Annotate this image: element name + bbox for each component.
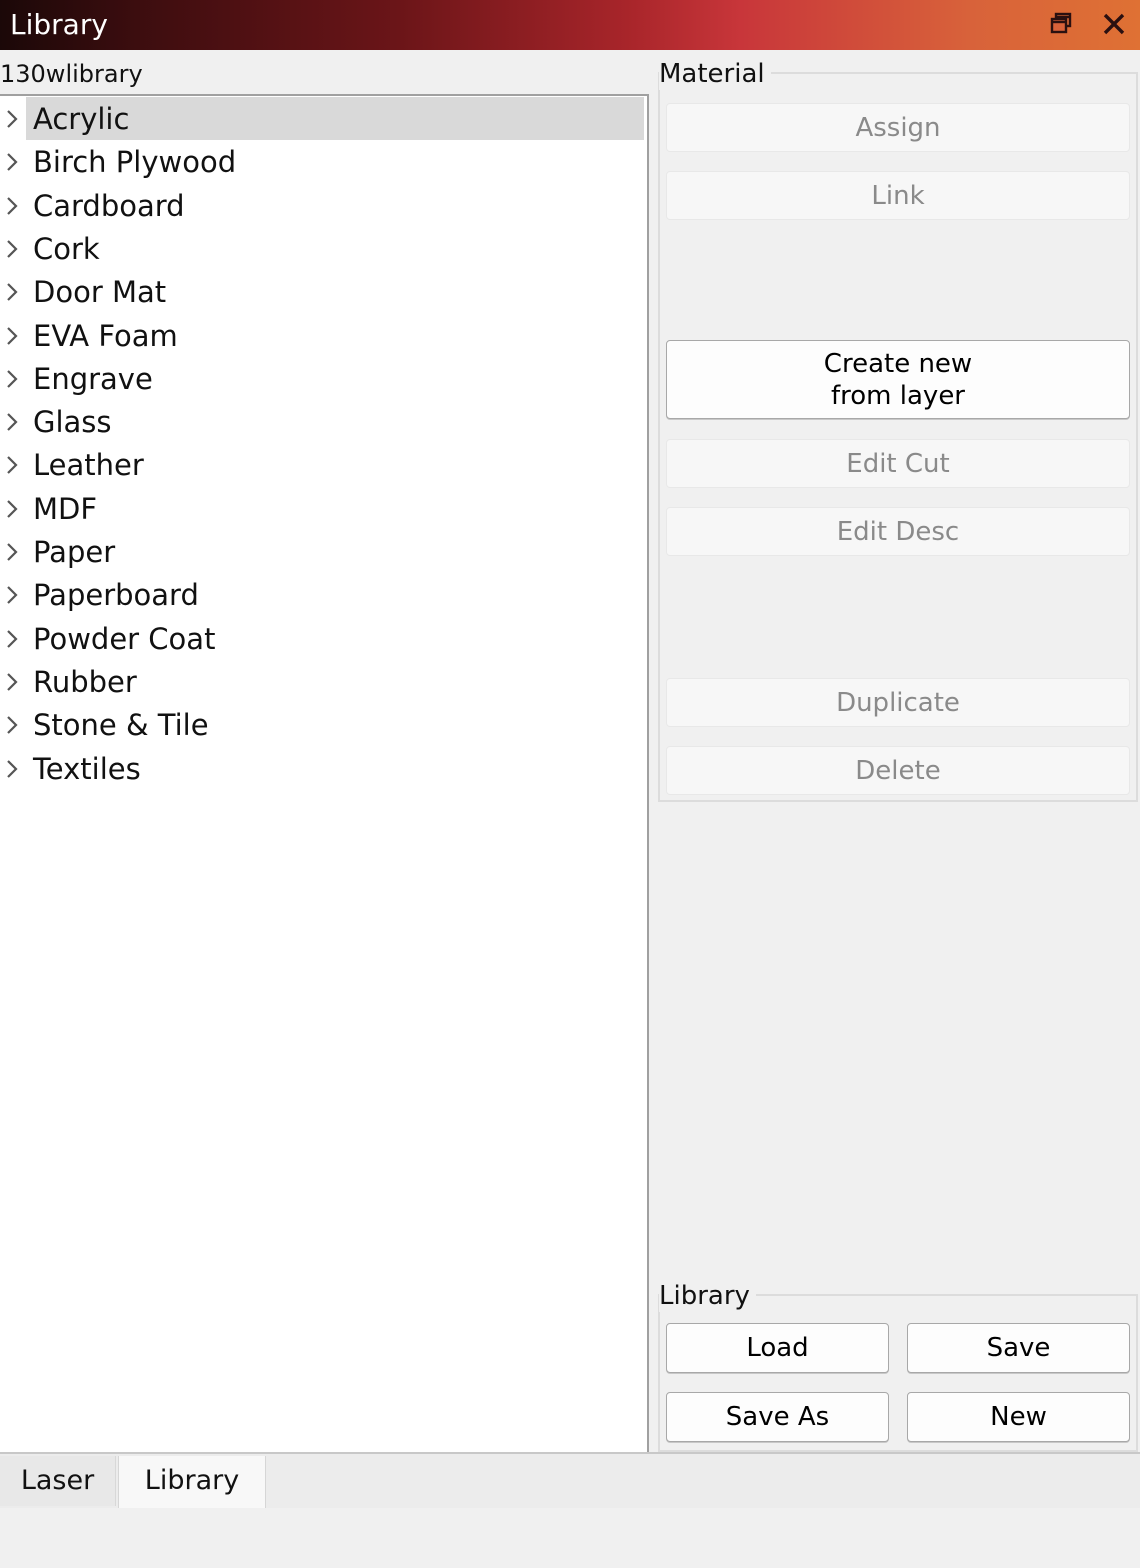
tree-item[interactable]: Powder Coat: [0, 617, 647, 660]
close-icon[interactable]: [1098, 8, 1130, 40]
tree-item-label: MDF: [33, 491, 98, 526]
chevron-right-icon[interactable]: [3, 628, 21, 650]
edit-desc-button[interactable]: Edit Desc: [666, 507, 1130, 556]
tree-item[interactable]: Engrave: [0, 357, 647, 400]
chevron-right-icon[interactable]: [3, 411, 21, 433]
chevron-right-icon[interactable]: [3, 108, 21, 130]
chevron-right-icon[interactable]: [3, 281, 21, 303]
load-button[interactable]: Load: [666, 1323, 889, 1373]
create-new-line1: Create new: [823, 348, 973, 379]
chevron-right-icon[interactable]: [3, 195, 21, 217]
tree-item-label: Birch Plywood: [33, 145, 237, 180]
create-new-line2: from layer: [831, 380, 965, 411]
library-window: Library 130wlibrary Acrylic Birch Plywood…: [0, 0, 1140, 1568]
restore-window-icon[interactable]: [1046, 8, 1078, 40]
tree-item-label: EVA Foam: [33, 318, 178, 353]
chevron-right-icon[interactable]: [3, 714, 21, 736]
window-title: Library: [10, 8, 108, 41]
tab-library[interactable]: Library: [118, 1456, 266, 1510]
tab-strip: Laser Library: [0, 1452, 1140, 1510]
assign-button[interactable]: Assign: [666, 103, 1130, 152]
chevron-right-icon[interactable]: [3, 498, 21, 520]
tree-item[interactable]: Acrylic: [0, 97, 647, 140]
tree-item[interactable]: Leather: [0, 443, 647, 486]
tree-item-label: Engrave: [33, 361, 153, 396]
chevron-right-icon[interactable]: [3, 325, 21, 347]
material-tree[interactable]: Acrylic Birch Plywood Cardboard Cork Door Ma…: [0, 94, 649, 1454]
tree-item[interactable]: Paper: [0, 530, 647, 573]
edit-cut-button[interactable]: Edit Cut: [666, 439, 1130, 488]
tree-item[interactable]: Stone & Tile: [0, 703, 647, 746]
duplicate-button[interactable]: Duplicate: [666, 678, 1130, 727]
tree-item-label: Rubber: [33, 664, 137, 699]
tree-item-label: Textiles: [33, 751, 141, 786]
tree-item-label: Glass: [33, 405, 112, 440]
tree-item[interactable]: Cork: [0, 227, 647, 270]
chevron-right-icon[interactable]: [3, 671, 21, 693]
library-name-label: 130wlibrary: [0, 60, 143, 88]
chevron-right-icon[interactable]: [3, 758, 21, 780]
title-bar[interactable]: Library: [0, 0, 1140, 50]
tree-item[interactable]: Glass: [0, 400, 647, 443]
status-bar: [0, 1508, 1140, 1568]
material-group-title: Material: [659, 58, 771, 90]
tree-item-label: Paper: [33, 535, 116, 569]
tree-item-label: Powder Coat: [33, 621, 216, 656]
save-button[interactable]: Save: [907, 1323, 1130, 1373]
chevron-right-icon[interactable]: [3, 454, 21, 476]
tree-item[interactable]: Birch Plywood: [0, 140, 647, 183]
new-button[interactable]: New: [907, 1392, 1130, 1442]
tree-item[interactable]: Cardboard: [0, 184, 647, 227]
delete-button[interactable]: Delete: [666, 746, 1130, 795]
chevron-right-icon[interactable]: [3, 584, 21, 606]
save-as-button[interactable]: Save As: [666, 1392, 889, 1442]
tab-laser[interactable]: Laser: [0, 1456, 116, 1506]
chevron-right-icon[interactable]: [3, 238, 21, 260]
chevron-right-icon[interactable]: [3, 541, 21, 563]
tree-item[interactable]: EVA Foam: [0, 314, 647, 357]
create-new-from-layer-button[interactable]: Create new from layer: [666, 340, 1130, 419]
chevron-right-icon[interactable]: [3, 151, 21, 173]
tree-item[interactable]: Rubber: [0, 660, 647, 703]
tree-item-label: Door Mat: [33, 275, 167, 310]
tree-item[interactable]: Door Mat: [0, 270, 647, 313]
tree-item-label: Paperboard: [33, 578, 199, 613]
tree-item-label: Cardboard: [33, 188, 185, 223]
tree-item-label: Acrylic: [33, 102, 130, 136]
tree-item-label: Leather: [33, 448, 144, 483]
link-button[interactable]: Link: [666, 171, 1130, 220]
library-group-title: Library: [659, 1280, 756, 1312]
tree-item[interactable]: Paperboard: [0, 573, 647, 616]
tree-item[interactable]: Textiles: [0, 747, 647, 790]
tree-item-label: Stone & Tile: [33, 708, 209, 743]
chevron-right-icon[interactable]: [3, 368, 21, 390]
tree-item[interactable]: MDF: [0, 487, 647, 530]
tree-item-label: Cork: [33, 231, 100, 266]
